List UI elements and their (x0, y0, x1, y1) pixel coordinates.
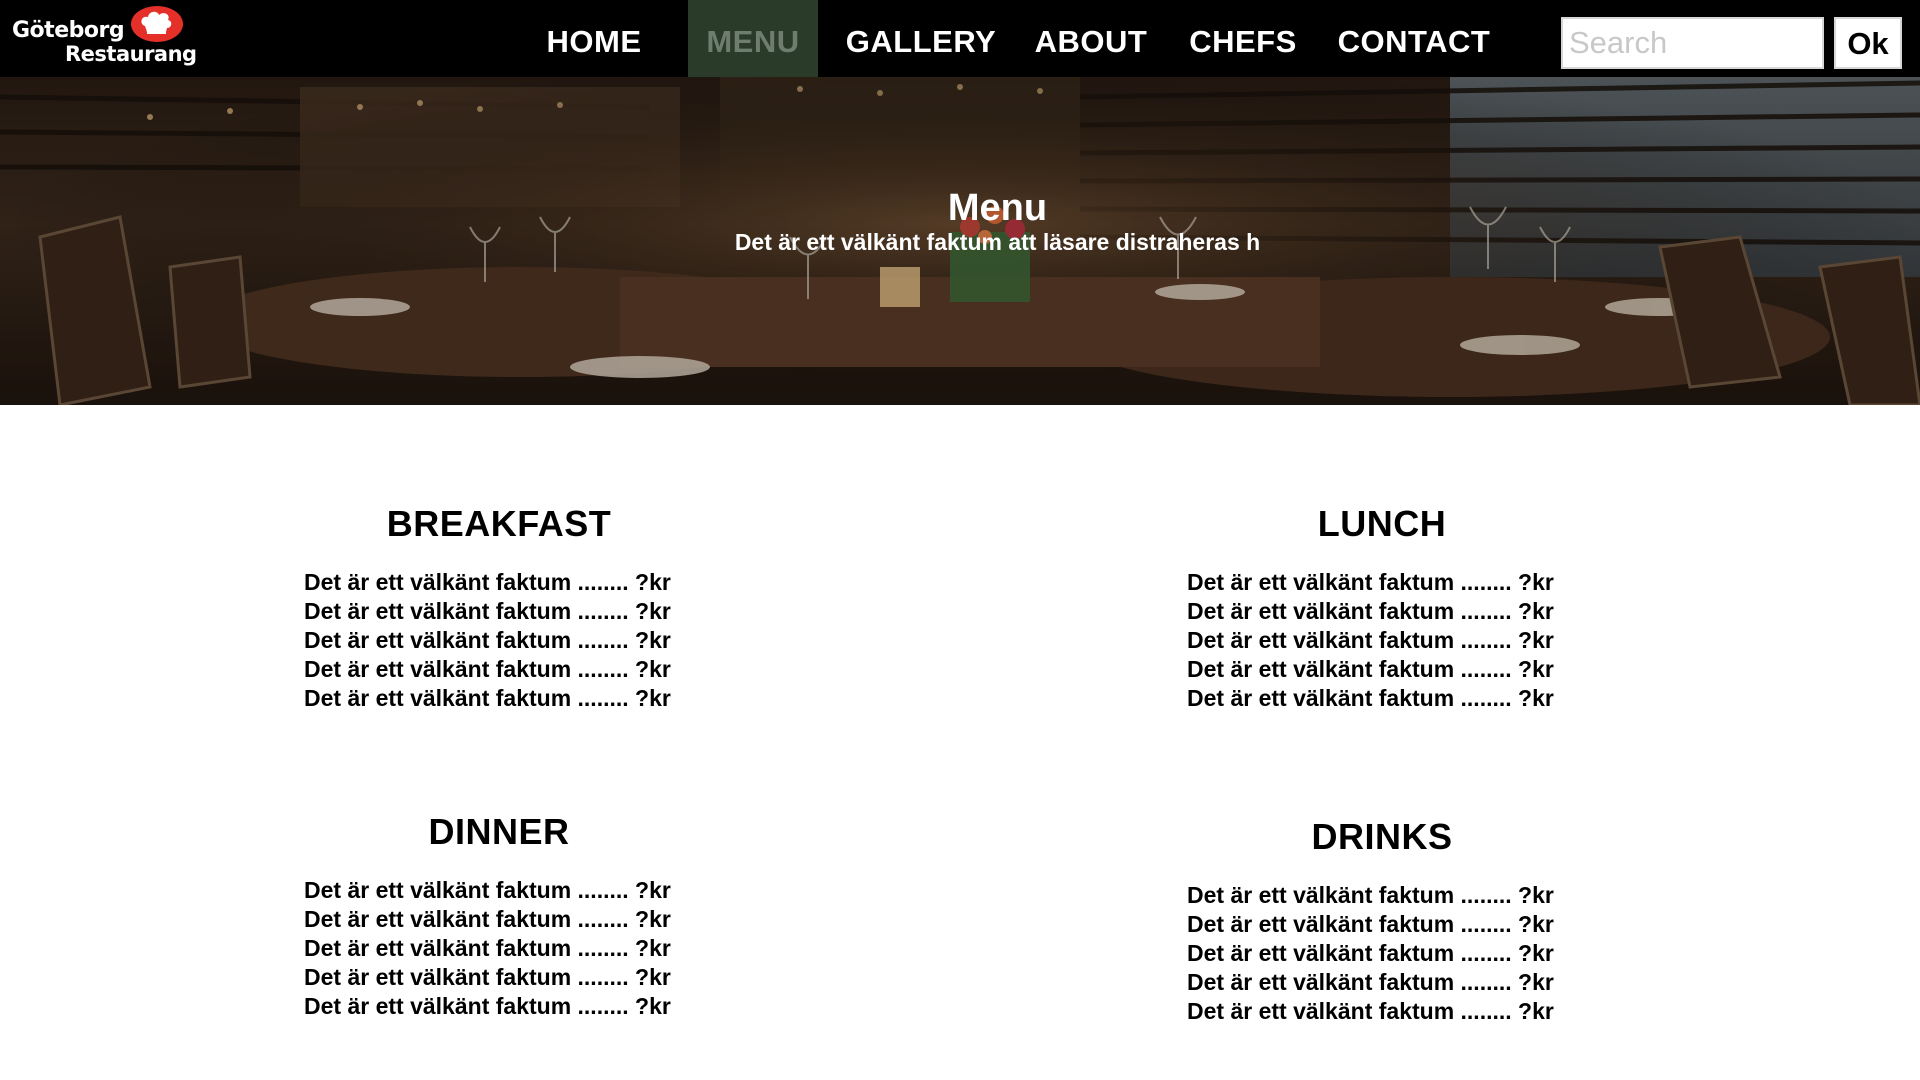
menu-item: Det är ett välkänt faktum ........ ?kr (304, 993, 671, 1019)
top-navbar: Göteborg Restaurang HOME MENU GALLERY AB… (0, 0, 1920, 77)
hero-banner: Menu Det är ett välkänt faktum att läsar… (0, 77, 1920, 405)
menu-section-lunch: LUNCH Det är ett välkänt faktum ........… (1132, 503, 1632, 713)
menu-item: Det är ett välkänt faktum ........ ?kr (1187, 685, 1554, 711)
menu-item: Det är ett välkänt faktum ........ ?kr (304, 598, 671, 624)
nav-contact[interactable]: CONTACT (1334, 0, 1494, 77)
section-title: BREAKFAST (386, 503, 612, 544)
logo-line-2: Restaurang (65, 42, 197, 66)
menu-item: Det är ett välkänt faktum ........ ?kr (304, 877, 671, 903)
menu-item: Det är ett välkänt faktum ........ ?kr (1187, 969, 1554, 995)
menu-item: Det är ett välkänt faktum ........ ?kr (304, 627, 671, 653)
search-ok-button[interactable]: Ok (1834, 17, 1902, 69)
menu-section-drinks: DRINKS Det är ett välkänt faktum .......… (1132, 816, 1632, 1026)
menu-item: Det är ett välkänt faktum ........ ?kr (1187, 569, 1554, 595)
menu-item: Det är ett välkänt faktum ........ ?kr (1187, 627, 1554, 653)
menu-item: Det är ett välkänt faktum ........ ?kr (304, 656, 671, 682)
nav-menu[interactable]: MENU (688, 0, 818, 77)
search-input[interactable] (1561, 17, 1824, 69)
menu-item-list: Det är ett välkänt faktum ........ ?kr D… (249, 568, 749, 713)
chef-hat-icon (131, 6, 183, 42)
menu-item-list: Det är ett välkänt faktum ........ ?kr D… (1132, 881, 1632, 1026)
restaurant-logo[interactable]: Göteborg Restaurang (10, 4, 200, 72)
section-title: DINNER (428, 811, 570, 852)
menu-item-list: Det är ett välkänt faktum ........ ?kr D… (1132, 568, 1632, 713)
menu-item: Det är ett välkänt faktum ........ ?kr (304, 935, 671, 961)
menu-item: Det är ett välkänt faktum ........ ?kr (304, 569, 671, 595)
menu-item: Det är ett välkänt faktum ........ ?kr (1187, 656, 1554, 682)
menu-item: Det är ett välkänt faktum ........ ?kr (1187, 998, 1554, 1024)
nav-home[interactable]: HOME (530, 0, 658, 77)
menu-item: Det är ett välkänt faktum ........ ?kr (304, 964, 671, 990)
menu-item-list: Det är ett välkänt faktum ........ ?kr D… (249, 876, 749, 1021)
nav-chefs[interactable]: CHEFS (1184, 0, 1302, 77)
logo-line-1: Göteborg (12, 18, 125, 43)
hero-title: Menu (947, 187, 1048, 229)
menu-item: Det är ett välkänt faktum ........ ?kr (1187, 940, 1554, 966)
menu-item: Det är ett välkänt faktum ........ ?kr (1187, 882, 1554, 908)
menu-item: Det är ett välkänt faktum ........ ?kr (1187, 911, 1554, 937)
section-title: LUNCH (1317, 503, 1447, 544)
hero-subtitle: Det är ett välkänt faktum att läsare dis… (734, 229, 1261, 255)
menu-section-breakfast: BREAKFAST Det är ett välkänt faktum ....… (249, 503, 749, 713)
menu-section-dinner: DINNER Det är ett välkänt faktum .......… (249, 811, 749, 1021)
section-title: DRINKS (1311, 816, 1453, 857)
menu-item: Det är ett välkänt faktum ........ ?kr (304, 685, 671, 711)
nav-gallery[interactable]: GALLERY (838, 0, 1004, 77)
nav-about[interactable]: ABOUT (1030, 0, 1152, 77)
menu-item: Det är ett välkänt faktum ........ ?kr (1187, 598, 1554, 624)
menu-item: Det är ett välkänt faktum ........ ?kr (304, 906, 671, 932)
